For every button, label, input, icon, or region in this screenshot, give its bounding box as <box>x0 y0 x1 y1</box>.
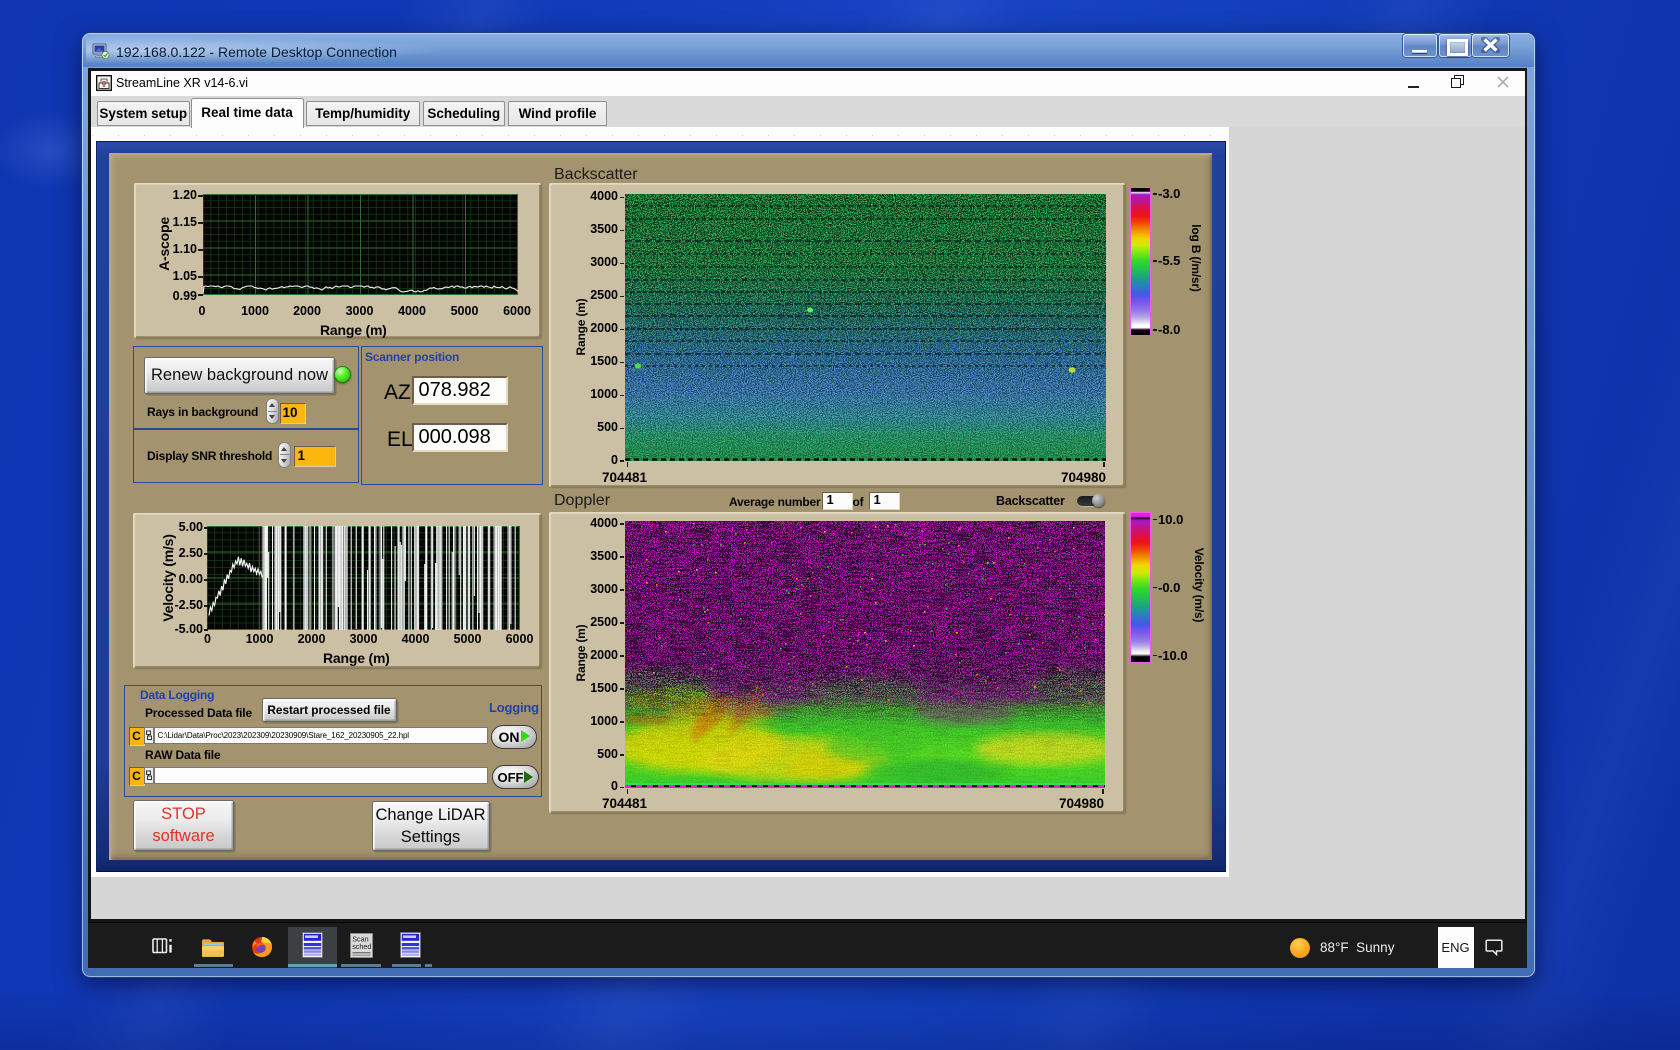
svg-text:sched: sched <box>352 942 371 951</box>
